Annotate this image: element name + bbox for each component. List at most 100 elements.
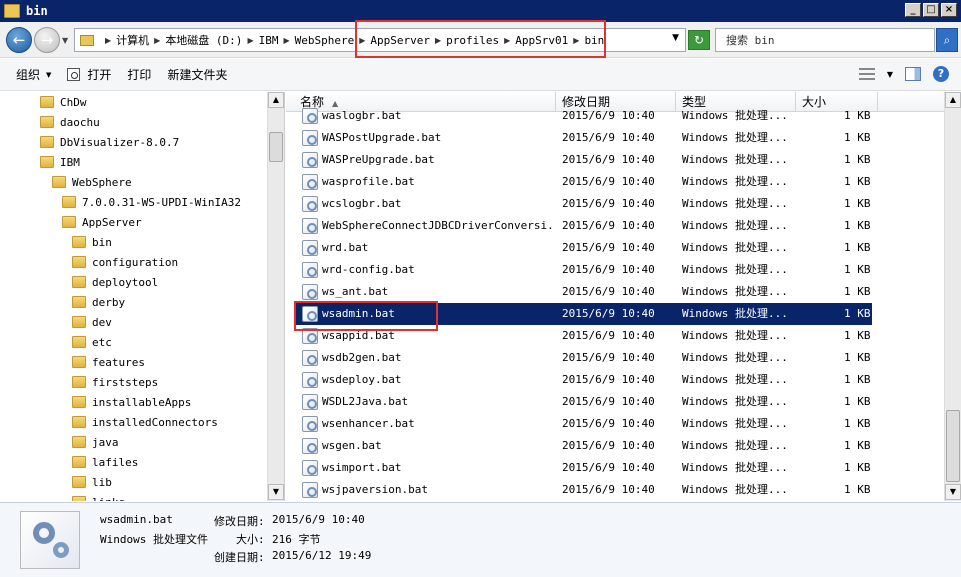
tree-item[interactable]: configuration [72,252,178,272]
chevron-down-icon[interactable]: ▼ [887,70,893,79]
back-button[interactable]: ← [6,27,32,53]
tree-item[interactable]: ChDw [40,92,87,112]
history-dropdown-icon[interactable]: ▼ [62,36,68,45]
organize-button[interactable]: 组织 ▼ [16,66,51,83]
batch-file-icon [302,130,318,146]
tree-item[interactable]: 7.0.0.31-WS-UPDI-WinIA32 [62,192,241,212]
address-dropdown-icon[interactable]: ▼ [672,33,679,43]
folder-icon [62,216,76,228]
tree-item[interactable]: AppServer [62,212,142,232]
chevron-right-icon[interactable]: ▶ [283,36,289,45]
breadcrumb-ibm[interactable]: IBM [259,34,279,47]
new-folder-button[interactable]: 新建文件夹 [167,66,227,83]
forward-button[interactable]: → [34,27,60,53]
tree-item[interactable]: deploytool [72,272,158,292]
file-row[interactable]: waslogbr.bat 2015/6/9 10:40 Windows 批处理...… [296,105,872,127]
tree-item[interactable]: derby [72,292,125,312]
breadcrumb-computer[interactable]: 计算机 [116,32,149,48]
file-row[interactable]: wrd.bat 2015/6/9 10:40 Windows 批处理... 1 KB [296,237,872,259]
file-row[interactable]: WASPreUpgrade.bat 2015/6/9 10:40 Windows 批… [296,149,872,171]
breadcrumb-appserver[interactable]: AppServer [370,34,430,47]
file-date: 2015/6/9 10:40 [562,109,655,122]
tree-item[interactable]: lafiles [72,452,138,472]
scroll-thumb[interactable] [946,410,960,482]
file-row[interactable]: wsdeploy.bat 2015/6/9 10:40 Windows 批处理...… [296,369,872,391]
file-row[interactable]: wsappid.bat 2015/6/9 10:40 Windows 批处理... 1… [296,325,872,347]
chevron-right-icon[interactable]: ▶ [247,36,253,45]
tree-item[interactable]: installableApps [72,392,191,412]
batch-file-icon [302,174,318,190]
tree-item[interactable]: dev [72,312,112,332]
breadcrumb-appsrv01[interactable]: AppSrv01 [515,34,568,47]
file-row[interactable]: wasprofile.bat 2015/6/9 10:40 Windows 批处理.… [296,171,872,193]
print-button[interactable]: 打印 [127,66,151,83]
file-row[interactable]: WebSphereConnectJDBCDriverConversi... 201… [296,215,872,237]
tree-item[interactable]: etc [72,332,112,352]
scroll-thumb[interactable] [269,132,283,162]
file-row[interactable]: ws_ant.bat 2015/6/9 10:40 Windows 批处理... 1 … [296,281,872,303]
folder-icon [72,236,86,248]
details-size-value: 216 字节 [272,533,321,546]
details-filename: wsadmin.bat [100,513,173,526]
file-row[interactable]: wsenhancer.bat 2015/6/9 10:40 Windows 批处理.… [296,413,872,435]
open-button[interactable]: 打开 [67,66,111,83]
file-name: WebSphereConnectJDBCDriverConversi... [322,219,552,232]
breadcrumb-profiles[interactable]: profiles [446,34,499,47]
close-button[interactable]: × [941,3,957,17]
file-row[interactable]: wsjpaversion.bat 2015/6/9 10:40 Windows 批处… [296,479,872,501]
file-row[interactable]: wsimport.bat 2015/6/9 10:40 Windows 批处理...… [296,457,872,479]
file-type: Windows 批处理... [682,285,788,298]
scroll-down-icon[interactable]: ▼ [268,484,284,500]
file-row[interactable]: WSDL2Java.bat 2015/6/9 10:40 Windows 批处理..… [296,391,872,413]
file-row[interactable]: wcslogbr.bat 2015/6/9 10:40 Windows 批处理...… [296,193,872,215]
tree-item[interactable]: IBM [40,152,80,172]
address-field[interactable]: ▶ 计算机 ▶ 本地磁盘 (D:) ▶ IBM ▶ WebSphere ▶ Ap… [74,28,686,52]
scroll-down-icon[interactable]: ▼ [945,484,961,500]
window-controls: _ □ × [905,3,957,17]
file-size: 1 KB [844,329,870,342]
tree-item[interactable]: lib [72,472,112,492]
file-row[interactable]: wsgen.bat 2015/6/9 10:40 Windows 批处理... 1 K… [296,435,872,457]
minimize-button[interactable]: _ [905,3,921,17]
breadcrumb-drive[interactable]: 本地磁盘 (D:) [165,32,242,48]
breadcrumb-bin[interactable]: bin [584,34,604,47]
tree-item[interactable]: WebSphere [52,172,132,192]
preview-pane-icon[interactable] [905,67,921,81]
breadcrumb-websphere[interactable]: WebSphere [295,34,355,47]
search-button[interactable]: ⌕ [936,28,958,52]
file-row[interactable]: wsadmin.bat 2015/6/9 10:40 Windows 批处理... 1… [296,303,872,325]
file-row[interactable]: WASPostUpgrade.bat 2015/6/9 10:40 Windows … [296,127,872,149]
help-icon[interactable]: ? [933,66,949,82]
refresh-button[interactable]: ↻ [688,30,710,50]
tree-item[interactable]: features [72,352,145,372]
chevron-right-icon[interactable]: ▶ [154,36,160,45]
tree-item[interactable]: bin [72,232,112,252]
maximize-button[interactable]: □ [923,3,939,17]
file-type: Windows 批处理... [682,483,788,496]
scroll-up-icon[interactable]: ▲ [945,92,961,108]
batch-file-icon [302,416,318,432]
search-input[interactable]: 搜索 bin [715,28,935,52]
scroll-up-icon[interactable]: ▲ [268,92,284,108]
file-size: 1 KB [844,483,870,496]
file-row[interactable]: wsdb2gen.bat 2015/6/9 10:40 Windows 批处理...… [296,347,872,369]
file-name: WASPostUpgrade.bat [322,131,442,144]
file-list-scrollbar[interactable]: ▲ ▼ [944,92,961,501]
tree-item[interactable]: DbVisualizer-8.0.7 [40,132,179,152]
chevron-right-icon[interactable]: ▶ [504,36,510,45]
file-size: 1 KB [844,439,870,452]
tree-item[interactable]: java [72,432,119,452]
view-options-icon[interactable] [858,68,875,80]
chevron-right-icon[interactable]: ▶ [435,36,441,45]
tree-scrollbar[interactable]: ▲ ▼ [267,92,284,501]
tree-item[interactable]: installedConnectors [72,412,218,432]
tree-item-label: etc [92,335,112,349]
tree-item[interactable]: firststeps [72,372,158,392]
chevron-right-icon[interactable]: ▶ [359,36,365,45]
file-type: Windows 批处理... [682,219,788,232]
tree-item[interactable]: links [72,492,125,501]
file-row[interactable]: wrd-config.bat 2015/6/9 10:40 Windows 批处理.… [296,259,872,281]
chevron-right-icon[interactable]: ▶ [105,36,111,45]
chevron-right-icon[interactable]: ▶ [573,36,579,45]
tree-item[interactable]: daochu [40,112,100,132]
